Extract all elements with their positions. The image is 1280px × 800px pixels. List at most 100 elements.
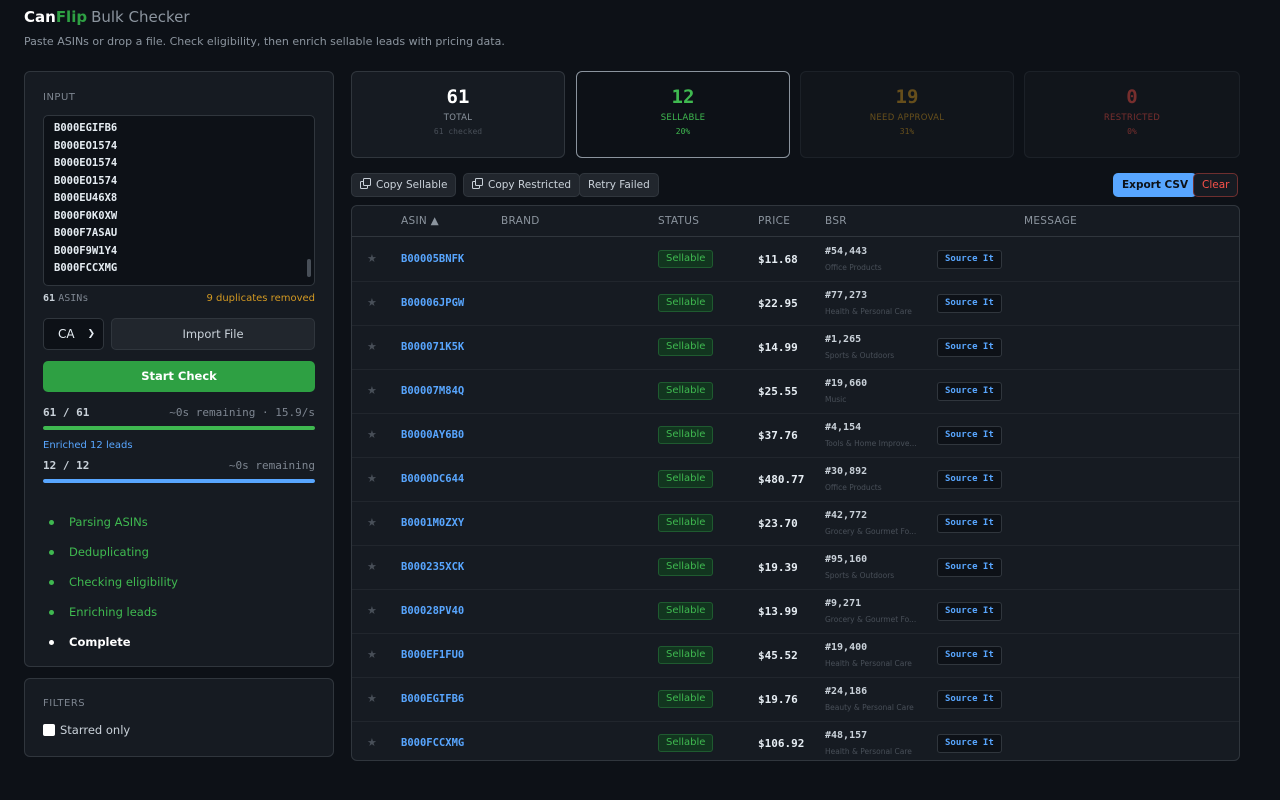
source-it-button[interactable]: Source It xyxy=(937,250,1002,269)
source-it-button[interactable]: Source It xyxy=(937,426,1002,445)
source-it-button[interactable]: Source It xyxy=(937,382,1002,401)
asin-link[interactable]: B00005BNFK xyxy=(401,253,464,265)
asin-link[interactable]: B00006JPGW xyxy=(401,297,464,309)
table-row[interactable]: ★ B00007M84Q Sellable $25.55 #19,660 Music Sou… xyxy=(352,370,1239,414)
column-message[interactable]: MESSAGE xyxy=(1024,215,1077,227)
table-row[interactable]: ★ B000071K5K Sellable $14.99 #1,265 Sports & … xyxy=(352,326,1239,370)
starred-only-label: Starred only xyxy=(60,723,131,737)
asin-link[interactable]: B00007M84Q xyxy=(401,385,464,397)
source-it-button[interactable]: Source It xyxy=(937,646,1002,665)
star-icon[interactable]: ★ xyxy=(367,560,377,573)
bsr-rank: #30,892 xyxy=(825,466,868,477)
star-icon[interactable]: ★ xyxy=(367,340,377,353)
retry-failed-button[interactable]: Retry Failed xyxy=(579,173,659,197)
copy-icon xyxy=(360,178,372,190)
table-row[interactable]: ★ B00006JPGW Sellable $22.95 #77,273 Health &… xyxy=(352,282,1239,326)
starred-only-filter[interactable]: Starred only xyxy=(43,723,130,737)
table-row[interactable]: ★ B0000DC644 Sellable $480.77 #30,892 Office … xyxy=(352,458,1239,502)
chevron-down-icon: ❯ xyxy=(87,329,95,339)
stat-approval-sub: 31% xyxy=(899,127,915,136)
table-row[interactable]: ★ B000EF1FU0 Sellable $45.52 #19,400 Health &… xyxy=(352,634,1239,678)
star-icon[interactable]: ★ xyxy=(367,428,377,441)
table-row[interactable]: ★ B00028PV40 Sellable $13.99 #9,271 Grocery &… xyxy=(352,590,1239,634)
stat-need-approval-card[interactable]: 19 NEED APPROVAL 31% xyxy=(800,71,1014,158)
source-it-button[interactable]: Source It xyxy=(937,558,1002,577)
status-badge: Sellable xyxy=(658,426,714,444)
input-panel: INPUT B000EGIFB6 B000EO1574 B000EO1574 B000… xyxy=(24,71,334,667)
star-icon[interactable]: ★ xyxy=(367,472,377,485)
bsr-rank: #19,660 xyxy=(825,378,868,389)
check-progress-row: 61 / 61 ~0s remaining · 15.9/s xyxy=(43,406,315,419)
stat-restricted-card[interactable]: 0 RESTRICTED 0% xyxy=(1024,71,1240,158)
asin-link[interactable]: B00028PV40 xyxy=(401,605,464,617)
price-cell: $11.68 xyxy=(758,253,798,266)
source-it-button[interactable]: Source It xyxy=(937,470,1002,489)
clear-button[interactable]: Clear xyxy=(1193,173,1239,197)
table-row[interactable]: ★ B0001M0ZXY Sellable $23.70 #42,772 Grocery … xyxy=(352,502,1239,546)
asin-link[interactable]: B000235XCK xyxy=(401,561,464,573)
asin-link[interactable]: B0000DC644 xyxy=(401,473,464,485)
asin-link[interactable]: B000EF1FU0 xyxy=(401,649,464,661)
star-icon[interactable]: ★ xyxy=(367,648,377,661)
star-icon[interactable]: ★ xyxy=(367,384,377,397)
price-cell: $106.92 xyxy=(758,737,805,750)
stat-total-card[interactable]: 61 TOTAL 61 checked xyxy=(351,71,565,158)
asin-line: B000F0K0XW xyxy=(54,209,118,222)
bsr-category: Grocery & Gourmet Fo... xyxy=(825,527,917,536)
check-progress-rate: ~0s remaining · 15.9/s xyxy=(169,406,315,419)
star-icon[interactable]: ★ xyxy=(367,296,377,309)
asin-link[interactable]: B000071K5K xyxy=(401,341,464,353)
table-row[interactable]: ★ B00005BNFK Sellable $11.68 #54,443 Office P… xyxy=(352,238,1239,282)
stat-approval-label: NEED APPROVAL xyxy=(869,113,945,123)
column-asin[interactable]: ASIN ▲ xyxy=(401,215,439,227)
table-row[interactable]: ★ B000EGIFB6 Sellable $19.76 #24,186 Beauty &… xyxy=(352,678,1239,722)
source-it-button[interactable]: Source It xyxy=(937,690,1002,709)
price-cell: $25.55 xyxy=(758,385,798,398)
source-it-button[interactable]: Source It xyxy=(937,294,1002,313)
asin-link[interactable]: B0001M0ZXY xyxy=(401,517,464,529)
asin-link[interactable]: B000FCCXMG xyxy=(401,737,464,749)
star-icon[interactable]: ★ xyxy=(367,736,377,749)
price-cell: $23.70 xyxy=(758,517,798,530)
step-item: Parsing ASINs xyxy=(47,507,178,537)
column-price[interactable]: PRICE xyxy=(758,215,790,227)
star-icon[interactable]: ★ xyxy=(367,252,377,265)
marketplace-value: CA xyxy=(58,327,75,341)
export-csv-button[interactable]: Export CSV xyxy=(1113,173,1198,197)
table-row[interactable]: ★ B000235XCK Sellable $19.39 #95,160 Sports &… xyxy=(352,546,1239,590)
table-row[interactable]: ★ B000FCCXMG Sellable $106.92 #48,157 Health … xyxy=(352,722,1239,760)
bsr-category: Sports & Outdoors xyxy=(825,571,895,580)
copy-sellable-button[interactable]: Copy Sellable xyxy=(351,173,457,197)
source-it-button[interactable]: Source It xyxy=(937,734,1002,753)
step-item: Enriching leads xyxy=(47,597,178,627)
column-status[interactable]: STATUS xyxy=(658,215,699,227)
column-brand[interactable]: BRAND xyxy=(501,215,540,227)
asin-textarea[interactable]: B000EGIFB6 B000EO1574 B000EO1574 B000EO1574… xyxy=(43,115,315,286)
source-it-button[interactable]: Source It xyxy=(937,338,1002,357)
results-table: ASIN ▲ BRAND STATUS PRICE BSR MESSAGE ★ B… xyxy=(351,205,1240,761)
stat-sellable-card[interactable]: 12 SELLABLE 20% xyxy=(576,71,790,158)
start-check-button[interactable]: Start Check xyxy=(43,361,315,392)
import-file-button[interactable]: Import File xyxy=(111,318,315,350)
asin-link[interactable]: B0000AY6B0 xyxy=(401,429,464,441)
asin-link[interactable]: B000EGIFB6 xyxy=(401,693,464,705)
source-it-button[interactable]: Source It xyxy=(937,602,1002,621)
bsr-rank: #54,443 xyxy=(825,246,868,257)
textarea-scrollbar[interactable] xyxy=(307,259,311,277)
column-bsr[interactable]: BSR xyxy=(825,215,847,227)
bsr-category: Office Products xyxy=(825,263,882,272)
starred-only-checkbox[interactable] xyxy=(43,724,55,736)
marketplace-select[interactable]: CA ❯ xyxy=(43,318,104,350)
source-it-button[interactable]: Source It xyxy=(937,514,1002,533)
star-icon[interactable]: ★ xyxy=(367,604,377,617)
table-row[interactable]: ★ B0000AY6B0 Sellable $37.76 #4,154 Tools & H… xyxy=(352,414,1239,458)
step-list: Parsing ASINs Deduplicating Checking eligi… xyxy=(47,507,178,657)
check-progress-fill xyxy=(43,426,315,430)
star-icon[interactable]: ★ xyxy=(367,516,377,529)
copy-restricted-button[interactable]: Copy Restricted xyxy=(463,173,581,197)
stat-total-sub: 61 checked xyxy=(433,127,483,136)
bsr-category: Beauty & Personal Care xyxy=(825,703,914,712)
price-cell: $37.76 xyxy=(758,429,798,442)
star-icon[interactable]: ★ xyxy=(367,692,377,705)
stat-sellable-label: SELLABLE xyxy=(660,113,706,123)
